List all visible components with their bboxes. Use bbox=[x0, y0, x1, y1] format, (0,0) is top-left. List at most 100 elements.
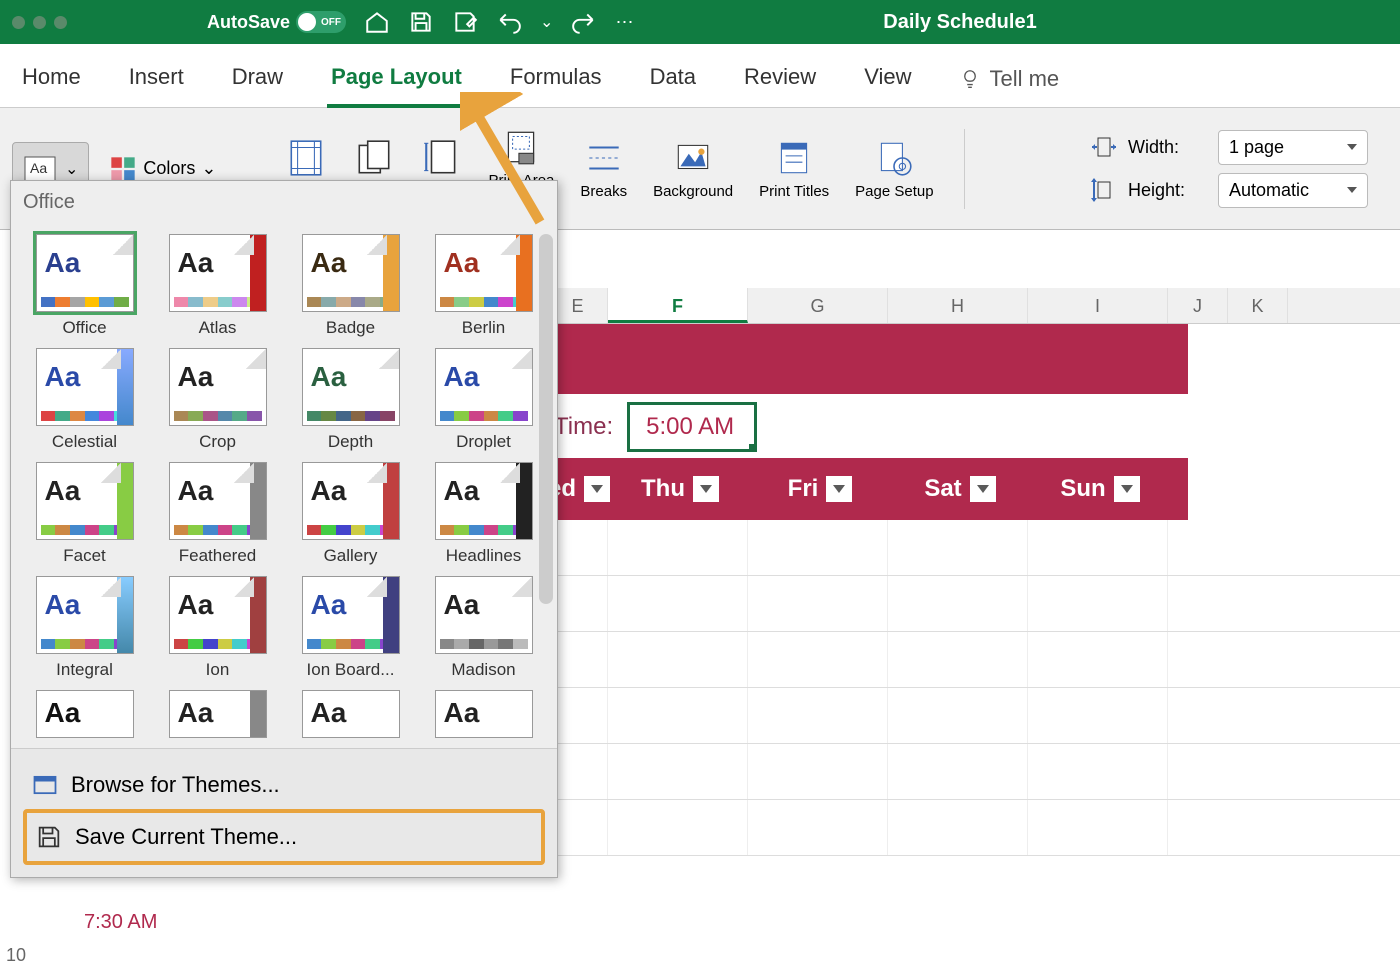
header-band bbox=[548, 324, 1188, 396]
col-header-k[interactable]: K bbox=[1228, 288, 1288, 323]
close-window-button[interactable] bbox=[12, 16, 25, 29]
theme-partial-0[interactable]: Aa bbox=[23, 690, 146, 738]
filter-dropdown-icon[interactable] bbox=[970, 476, 996, 502]
theme-integral[interactable]: AaIntegral bbox=[23, 576, 146, 680]
lightbulb-icon bbox=[959, 68, 981, 90]
width-select[interactable]: 1 page bbox=[1218, 130, 1368, 165]
time-label: Time: bbox=[554, 413, 613, 441]
print-area-icon bbox=[500, 126, 542, 168]
tab-insert[interactable]: Insert bbox=[125, 56, 188, 107]
grid-row[interactable] bbox=[548, 576, 1400, 632]
filter-dropdown-icon[interactable] bbox=[1114, 476, 1140, 502]
col-header-g[interactable]: G bbox=[748, 288, 888, 323]
column-headers: E F G H I J K bbox=[548, 288, 1400, 324]
tab-data[interactable]: Data bbox=[646, 56, 700, 107]
col-header-h[interactable]: H bbox=[888, 288, 1028, 323]
browse-icon bbox=[31, 771, 59, 799]
col-header-f[interactable]: F bbox=[608, 288, 748, 323]
theme-facet[interactable]: AaFacet bbox=[23, 462, 146, 566]
orientation-icon bbox=[353, 137, 395, 179]
window-controls bbox=[12, 16, 67, 29]
theme-depth[interactable]: AaDepth bbox=[289, 348, 412, 452]
day-sun[interactable]: Sun bbox=[1030, 458, 1170, 520]
grid-row[interactable] bbox=[548, 688, 1400, 744]
width-icon bbox=[1090, 136, 1118, 158]
height-icon bbox=[1090, 176, 1118, 204]
minimize-window-button[interactable] bbox=[33, 16, 46, 29]
col-header-j[interactable]: J bbox=[1168, 288, 1228, 323]
grid-row[interactable] bbox=[548, 632, 1400, 688]
size-icon bbox=[421, 137, 463, 179]
save-icon bbox=[35, 823, 63, 851]
theme-berlin[interactable]: AaBerlin bbox=[422, 234, 545, 338]
theme-partial-2[interactable]: Aa bbox=[289, 690, 412, 738]
tab-formulas[interactable]: Formulas bbox=[506, 56, 606, 107]
tab-draw[interactable]: Draw bbox=[228, 56, 287, 107]
save-as-icon[interactable] bbox=[452, 9, 478, 35]
autosave-label: AutoSave bbox=[207, 12, 290, 33]
maximize-window-button[interactable] bbox=[54, 16, 67, 29]
print-titles-icon bbox=[773, 137, 815, 179]
theme-grid: AaOffice AaAtlas AaBadge AaBerlin AaCele… bbox=[11, 224, 557, 748]
filter-dropdown-icon[interactable] bbox=[826, 476, 852, 502]
tell-me-search[interactable]: Tell me bbox=[955, 56, 1063, 107]
toggle-switch[interactable]: OFF bbox=[296, 11, 346, 33]
tab-home[interactable]: Home bbox=[18, 56, 85, 107]
theme-partial-3[interactable]: Aa bbox=[422, 690, 545, 738]
undo-icon[interactable] bbox=[496, 9, 522, 35]
theme-madison[interactable]: AaMadison bbox=[422, 576, 545, 680]
home-icon[interactable] bbox=[364, 9, 390, 35]
scale-to-fit-group: Width: 1 page Height: Automatic bbox=[1090, 130, 1368, 208]
height-select[interactable]: Automatic bbox=[1218, 173, 1368, 208]
theme-droplet[interactable]: AaDroplet bbox=[422, 348, 545, 452]
tab-view[interactable]: View bbox=[860, 56, 915, 107]
background-button[interactable]: Background bbox=[645, 133, 741, 204]
height-label: Height: bbox=[1128, 180, 1208, 201]
titlebar: AutoSave OFF ⌄ ⋯ Daily Schedule1 bbox=[0, 0, 1400, 44]
redo-icon[interactable] bbox=[571, 9, 597, 35]
width-label: Width: bbox=[1128, 137, 1208, 158]
grid-row[interactable] bbox=[548, 520, 1400, 576]
filter-dropdown-icon[interactable] bbox=[584, 476, 610, 502]
autosave-toggle[interactable]: AutoSave OFF bbox=[207, 11, 346, 33]
theme-gallery[interactable]: AaGallery bbox=[289, 462, 412, 566]
scrollbar[interactable] bbox=[539, 234, 553, 604]
day-sat[interactable]: Sat bbox=[890, 458, 1030, 520]
day-fri[interactable]: Fri bbox=[750, 458, 890, 520]
more-icon[interactable]: ⋯ bbox=[615, 12, 633, 33]
colors-icon bbox=[109, 155, 137, 183]
days-row: ed Thu Fri Sat Sun bbox=[548, 458, 1188, 520]
theme-feathered[interactable]: AaFeathered bbox=[156, 462, 279, 566]
theme-crop[interactable]: AaCrop bbox=[156, 348, 279, 452]
ribbon-tabs: Home Insert Draw Page Layout Formulas Da… bbox=[0, 44, 1400, 108]
background-icon bbox=[672, 137, 714, 179]
theme-headlines[interactable]: AaHeadlines bbox=[422, 462, 545, 566]
quick-access-toolbar: ⌄ ⋯ bbox=[364, 9, 633, 35]
theme-badge[interactable]: AaBadge bbox=[289, 234, 412, 338]
page-setup-button[interactable]: Page Setup bbox=[847, 133, 941, 204]
row-number: 10 bbox=[6, 945, 26, 966]
day-thu[interactable]: Thu bbox=[610, 458, 750, 520]
theme-office[interactable]: AaOffice bbox=[23, 234, 146, 338]
browse-themes-action[interactable]: Browse for Themes... bbox=[23, 761, 545, 809]
active-cell[interactable]: 5:00 AM bbox=[627, 402, 757, 452]
theme-celestial[interactable]: AaCelestial bbox=[23, 348, 146, 452]
save-theme-action[interactable]: Save Current Theme... bbox=[23, 809, 545, 865]
filter-dropdown-icon[interactable] bbox=[693, 476, 719, 502]
worksheet: E F G H I J K Time: 5:00 AM ed Thu Fri S… bbox=[548, 288, 1400, 856]
grid-row[interactable] bbox=[548, 744, 1400, 800]
theme-partial-1[interactable]: Aa bbox=[156, 690, 279, 738]
breaks-button[interactable]: Breaks bbox=[572, 133, 635, 204]
col-header-i[interactable]: I bbox=[1028, 288, 1168, 323]
tab-review[interactable]: Review bbox=[740, 56, 820, 107]
theme-ion-boardroom[interactable]: AaIon Board... bbox=[289, 576, 412, 680]
theme-atlas[interactable]: AaAtlas bbox=[156, 234, 279, 338]
undo-dropdown-icon[interactable]: ⌄ bbox=[540, 12, 553, 32]
print-titles-button[interactable]: Print Titles bbox=[751, 133, 837, 204]
grid-row[interactable] bbox=[548, 800, 1400, 856]
theme-ion[interactable]: AaIon bbox=[156, 576, 279, 680]
save-icon[interactable] bbox=[408, 9, 434, 35]
time-row: Time: 5:00 AM bbox=[548, 396, 1400, 458]
tab-page-layout[interactable]: Page Layout bbox=[327, 56, 466, 108]
themes-dropdown: Office AaOffice AaAtlas AaBadge AaBerlin… bbox=[10, 180, 558, 878]
